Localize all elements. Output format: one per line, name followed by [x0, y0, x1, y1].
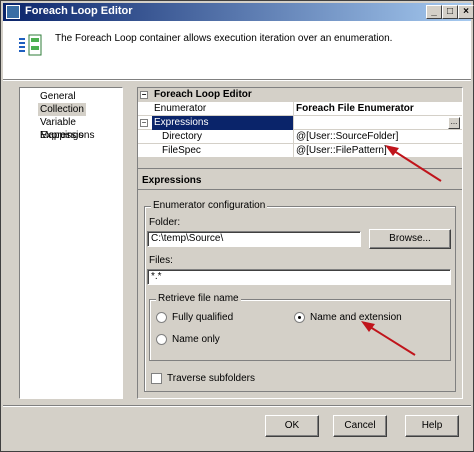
ok-button[interactable]: OK — [265, 415, 319, 437]
ellipsis-button[interactable]: ... — [448, 117, 460, 129]
cancel-button[interactable]: Cancel — [333, 415, 387, 437]
close-button[interactable]: × — [458, 5, 474, 19]
directory-label: Directory — [152, 130, 294, 144]
footer-divider — [3, 405, 471, 407]
radio-name-and-extension[interactable] — [294, 312, 305, 323]
enumerator-value[interactable]: Foreach File Enumerator — [294, 102, 462, 116]
foreach-loop-editor-window: Foreach Loop Editor _ □ × The Foreach Lo… — [0, 0, 474, 452]
folder-input[interactable]: C:\temp\Source\ — [147, 231, 361, 247]
annotation-arrow-icon — [361, 321, 416, 356]
annotation-arrow-icon — [385, 145, 442, 182]
title-bar[interactable]: Foreach Loop Editor _ □ × — [3, 3, 474, 21]
grid-category-label: Foreach Loop Editor — [154, 89, 252, 100]
header-divider — [3, 79, 471, 81]
minimize-button[interactable]: _ — [426, 5, 442, 19]
files-label: Files: — [149, 255, 173, 266]
enumerator-label: Enumerator — [152, 102, 294, 116]
enumerator-config-legend: Enumerator configuration — [151, 200, 268, 211]
foreach-container-icon — [19, 34, 42, 56]
nav-panel: General Collection Variable Mappings Exp… — [19, 87, 123, 399]
help-button[interactable]: Help — [405, 415, 459, 437]
collapse-expressions-icon[interactable]: − — [140, 119, 148, 127]
nav-item-general[interactable]: General — [38, 90, 78, 103]
maximize-button[interactable]: □ — [442, 5, 458, 19]
radio-fully-qualified[interactable] — [156, 312, 167, 323]
nav-item-variable-mappings[interactable]: Variable Mappings — [38, 116, 122, 141]
folder-label: Folder: — [149, 217, 181, 228]
expressions-label: Expressions — [152, 116, 294, 130]
grid-row-expressions[interactable]: − Expressions ... — [138, 116, 462, 130]
header-description: The Foreach Loop container allows execut… — [55, 33, 393, 44]
radio-name-only-label[interactable]: Name only — [172, 334, 220, 345]
enumerator-config-group: Enumerator configuration Folder: C:\temp… — [144, 200, 456, 392]
traverse-subfolders-label[interactable]: Traverse subfolders — [167, 373, 255, 384]
nav-item-collection[interactable]: Collection — [38, 103, 86, 116]
nav-item-expressions[interactable]: Expressions — [38, 129, 96, 142]
traverse-subfolders-checkbox[interactable] — [151, 373, 162, 384]
radio-name-only[interactable] — [156, 334, 167, 345]
grid-row-enumerator[interactable]: Enumerator Foreach File Enumerator — [138, 102, 462, 116]
browse-button[interactable]: Browse... — [369, 229, 451, 249]
grid-category-row[interactable]: − Foreach Loop Editor — [138, 88, 462, 102]
radio-fully-qualified-label[interactable]: Fully qualified — [172, 312, 233, 323]
filespec-label: FileSpec — [152, 144, 294, 158]
window-title: Foreach Loop Editor — [25, 5, 133, 17]
header-panel: The Foreach Loop container allows execut… — [3, 21, 471, 79]
collapse-icon[interactable]: − — [140, 91, 148, 99]
app-icon — [6, 5, 20, 19]
expressions-value[interactable] — [294, 116, 462, 130]
files-input[interactable]: *.* — [147, 269, 451, 285]
retrieve-file-name-legend: Retrieve file name — [156, 293, 241, 304]
